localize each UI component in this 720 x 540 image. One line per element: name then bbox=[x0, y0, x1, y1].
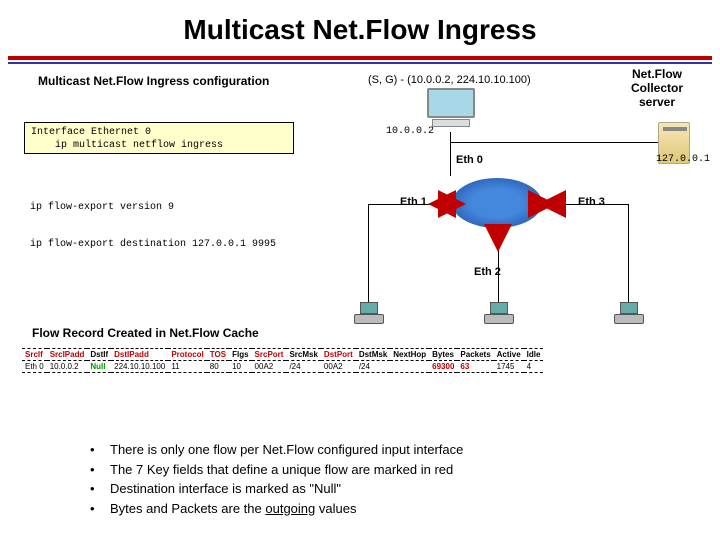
td-active: 1745 bbox=[494, 361, 524, 373]
eth0-label: Eth 0 bbox=[456, 154, 483, 166]
th-flgs: Flgs bbox=[229, 349, 251, 361]
td-flgs: 10 bbox=[229, 361, 251, 373]
line bbox=[450, 142, 660, 143]
th-active: Active bbox=[494, 349, 524, 361]
table-row: Eth 0 10.0.0.2 Null 224.10.10.100 11 80 … bbox=[22, 361, 543, 373]
divider-red bbox=[8, 56, 712, 60]
th-srcip: SrcIPadd bbox=[47, 349, 88, 361]
th-dstmsk: DstMsk bbox=[356, 349, 390, 361]
td-dstif: Null bbox=[87, 361, 111, 373]
th-tos: TOS bbox=[207, 349, 229, 361]
phone-icon bbox=[484, 302, 514, 328]
eth1-label: Eth 1 bbox=[400, 196, 427, 208]
td-srcport: 00A2 bbox=[252, 361, 287, 373]
eth2-label: Eth 2 bbox=[474, 266, 501, 278]
th-nexthop: NextHop bbox=[390, 349, 429, 361]
flow-table: SrcIf SrcIPadd DstIf DstIPadd Protocol T… bbox=[22, 348, 543, 373]
th-dstif: DstIf bbox=[87, 349, 111, 361]
phone-icon bbox=[614, 302, 644, 328]
bullet-item: •There is only one flow per Net.Flow con… bbox=[90, 440, 463, 460]
cmd-version: ip flow-export version 9 bbox=[30, 202, 174, 213]
ip-top: 10.0.0.2 bbox=[386, 126, 434, 137]
diagram-area: Multicast Net.Flow Ingress configuration… bbox=[8, 74, 712, 374]
line bbox=[368, 204, 369, 306]
arrow-icon bbox=[438, 190, 466, 218]
td-bytes: 69300 bbox=[429, 361, 457, 373]
arrow-icon bbox=[484, 224, 512, 252]
bullet-item: •The 7 Key fields that define a unique f… bbox=[90, 460, 463, 480]
td-proto: 11 bbox=[168, 361, 206, 373]
ip-right: 127.0.0.1 bbox=[656, 154, 710, 165]
td-nexthop bbox=[390, 361, 429, 373]
td-pkts: 63 bbox=[457, 361, 493, 373]
config-title: Multicast Net.Flow Ingress configuration bbox=[38, 74, 269, 88]
divider-blue bbox=[8, 62, 712, 64]
th-srcif: SrcIf bbox=[22, 349, 47, 361]
th-dstip: DstIPadd bbox=[111, 349, 168, 361]
td-srcmsk: /24 bbox=[286, 361, 320, 373]
th-srcmsk: SrcMsk bbox=[286, 349, 320, 361]
th-proto: Protocol bbox=[168, 349, 206, 361]
th-srcport: SrcPort bbox=[252, 349, 287, 361]
sg-label: (S, G) - (10.0.0.2, 224.10.10.100) bbox=[368, 74, 531, 86]
collector-label: Net.Flow Collector server bbox=[612, 68, 702, 109]
phone-icon bbox=[354, 302, 384, 328]
table-header-row: SrcIf SrcIPadd DstIf DstIPadd Protocol T… bbox=[22, 349, 543, 361]
th-idle: Idle bbox=[524, 349, 544, 361]
th-dstport: DstPort bbox=[321, 349, 356, 361]
line bbox=[628, 204, 629, 306]
td-dstport: 00A2 bbox=[321, 361, 356, 373]
td-dstmsk: /24 bbox=[356, 361, 390, 373]
cache-title: Flow Record Created in Net.Flow Cache bbox=[32, 326, 259, 340]
config-box: Interface Ethernet 0 ip multicast netflo… bbox=[24, 122, 294, 154]
arrow-icon bbox=[538, 190, 566, 218]
bullet-item: •Bytes and Packets are the outgoing valu… bbox=[90, 499, 463, 519]
eth3-label: Eth 3 bbox=[578, 196, 605, 208]
td-idle: 4 bbox=[524, 361, 544, 373]
td-srcif: Eth 0 bbox=[22, 361, 47, 373]
bullet-list: •There is only one flow per Net.Flow con… bbox=[90, 440, 463, 518]
config-line-1: Interface Ethernet 0 bbox=[31, 126, 287, 139]
td-dstip: 224.10.10.100 bbox=[111, 361, 168, 373]
th-bytes: Bytes bbox=[429, 349, 457, 361]
line bbox=[498, 250, 499, 306]
line bbox=[450, 132, 451, 176]
bullet-item: •Destination interface is marked as "Nul… bbox=[90, 479, 463, 499]
page-title: Multicast Net.Flow Ingress bbox=[0, 0, 720, 56]
td-tos: 80 bbox=[207, 361, 229, 373]
config-line-2: ip multicast netflow ingress bbox=[31, 139, 287, 152]
cmd-destination: ip flow-export destination 127.0.0.1 999… bbox=[30, 239, 276, 250]
td-srcip: 10.0.0.2 bbox=[47, 361, 88, 373]
th-pkts: Packets bbox=[457, 349, 493, 361]
